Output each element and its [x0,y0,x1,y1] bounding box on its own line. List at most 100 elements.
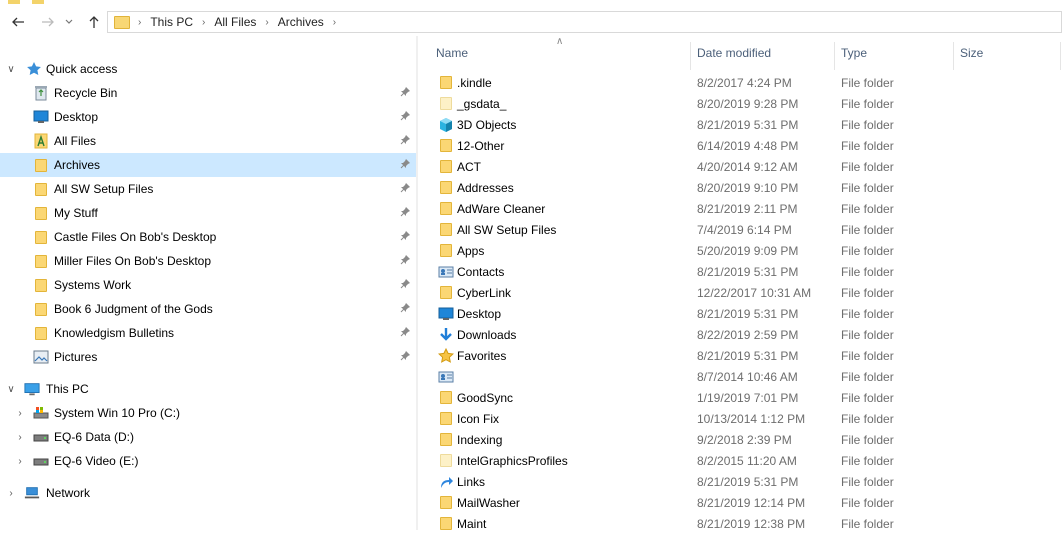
column-divider[interactable] [1060,42,1061,70]
chevron-down-icon[interactable]: ∨ [5,64,17,75]
breadcrumb-this-pc[interactable]: This PC [150,15,193,29]
file-row[interactable]: Desktop 8/21/2019 5:31 PM File folder [418,303,1062,324]
pin-icon[interactable] [400,278,411,292]
folder-icon [438,495,454,511]
nav-quick-item[interactable]: All SW Setup Files [0,177,416,201]
column-header-name[interactable]: Name [436,46,468,60]
file-date-modified: 8/2/2015 11:20 AM [697,453,797,468]
file-row[interactable]: Links 8/21/2019 5:31 PM File folder [418,471,1062,492]
file-row[interactable]: Icon Fix 10/13/2014 1:12 PM File folder [418,408,1062,429]
3d-objects-icon [438,117,454,133]
pin-icon[interactable] [400,110,411,124]
file-row[interactable]: .kindle 8/2/2017 4:24 PM File folder [418,72,1062,93]
file-name: Desktop [457,306,502,321]
file-date-modified: 9/2/2018 2:39 PM [697,432,792,447]
nav-quick-item[interactable]: Knowledgism Bulletins [0,321,416,345]
file-type: File folder [841,243,894,258]
pin-icon[interactable] [400,302,411,316]
pin-icon[interactable] [400,134,411,148]
recent-locations-button[interactable] [62,12,76,32]
file-row[interactable]: _gsdata_ 8/20/2019 9:28 PM File folder [418,93,1062,114]
pin-icon[interactable] [400,230,411,244]
forward-button[interactable] [38,12,58,32]
file-row[interactable]: Apps 5/20/2019 9:09 PM File folder [418,240,1062,261]
pin-icon[interactable] [400,206,411,220]
nav-quick-item[interactable]: Systems Work [0,273,416,297]
forward-arrow-icon [42,17,54,27]
file-row[interactable]: Maint 8/21/2019 12:38 PM File folder [418,513,1062,534]
file-row[interactable]: 8/7/2014 10:46 AM File folder [418,366,1062,387]
nav-drive-item[interactable]: › EQ-6 Video (E:) [0,449,416,473]
pin-icon[interactable] [400,350,411,364]
chevron-right-icon[interactable]: › [5,488,17,499]
nav-quick-item[interactable]: Pictures [0,345,416,369]
column-divider[interactable] [953,42,954,70]
quick-toolbar-folder-icon[interactable] [8,0,20,4]
column-divider[interactable] [834,42,835,70]
column-header-size[interactable]: Size [960,46,983,60]
nav-quick-item[interactable]: All Files [0,129,416,153]
file-row[interactable]: All SW Setup Files 7/4/2019 6:14 PM File f… [418,219,1062,240]
file-row[interactable]: IntelGraphicsProfiles 8/2/2015 11:20 AM Fi… [418,450,1062,471]
address-bar[interactable]: › This PC › All Files › Archives › [107,11,1062,33]
nav-drive-item[interactable]: › EQ-6 Data (D:) [0,425,416,449]
file-name: 12-Other [457,138,505,153]
nav-label: This PC [46,382,89,396]
file-row[interactable]: 12-Other 6/14/2019 4:48 PM File folder [418,135,1062,156]
chevron-down-icon[interactable]: ∨ [5,384,17,395]
file-row[interactable]: MailWasher 8/21/2019 12:14 PM File folder [418,492,1062,513]
column-divider[interactable] [690,42,691,70]
back-button[interactable] [8,12,28,32]
nav-drive-item[interactable]: › System Win 10 Pro (C:) [0,401,416,425]
file-row[interactable]: ACT 4/20/2014 9:12 AM File folder [418,156,1062,177]
breadcrumb-archives[interactable]: Archives [278,15,324,29]
nav-quick-item[interactable]: Desktop [0,105,416,129]
file-row[interactable]: Favorites 8/21/2019 5:31 PM File folder [418,345,1062,366]
file-type: File folder [841,453,894,468]
breadcrumb-separator-icon[interactable]: › [138,17,141,28]
file-row[interactable]: Contacts 8/21/2019 5:31 PM File folder [418,261,1062,282]
chevron-right-icon[interactable]: › [14,432,26,443]
folder-icon [33,229,49,245]
file-date-modified: 10/13/2014 1:12 PM [697,411,806,426]
quick-toolbar-new-folder-icon[interactable] [32,0,44,4]
file-row[interactable]: AdWare Cleaner 8/21/2019 2:11 PM File fold… [418,198,1062,219]
pale-folder-icon [438,96,454,112]
nav-quick-item[interactable]: My Stuff [0,201,416,225]
nav-quick-item[interactable]: Archives [0,153,416,177]
file-row[interactable]: GoodSync 1/19/2019 7:01 PM File folder [418,387,1062,408]
column-header-type[interactable]: Type [841,46,867,60]
folder-icon [438,138,454,154]
breadcrumb-separator-icon[interactable]: › [265,17,268,28]
nav-quick-item[interactable]: Castle Files On Bob's Desktop [0,225,416,249]
column-header-date-modified[interactable]: Date modified [697,46,771,60]
file-row[interactable]: 3D Objects 8/21/2019 5:31 PM File folder [418,114,1062,135]
nav-quick-item[interactable]: Book 6 Judgment of the Gods [0,297,416,321]
nav-quick-access[interactable]: ∨ Quick access [0,57,416,81]
file-row[interactable]: CyberLink 12/22/2017 10:31 AM File folder [418,282,1062,303]
file-row[interactable]: Downloads 8/22/2019 2:59 PM File folder [418,324,1062,345]
breadcrumb-separator-icon[interactable]: › [333,17,336,28]
nav-this-pc[interactable]: ∨ This PC [0,377,416,401]
nav-quick-item[interactable]: Recycle Bin [0,81,416,105]
file-type: File folder [841,369,894,384]
up-button[interactable] [84,12,104,32]
file-date-modified: 5/20/2019 9:09 PM [697,243,799,258]
pin-icon[interactable] [400,182,411,196]
file-row[interactable]: Indexing 9/2/2018 2:39 PM File folder [418,429,1062,450]
pin-icon[interactable] [400,86,411,100]
pin-icon[interactable] [400,254,411,268]
file-row[interactable]: Addresses 8/20/2019 9:10 PM File folder [418,177,1062,198]
breadcrumb-all-files[interactable]: All Files [214,15,256,29]
chevron-right-icon[interactable]: › [14,408,26,419]
nav-network[interactable]: › Network [0,481,416,505]
chevron-right-icon[interactable]: › [14,456,26,467]
contacts-icon [438,264,454,280]
nav-label: Pictures [54,350,98,364]
pin-icon[interactable] [400,158,411,172]
breadcrumb-separator-icon[interactable]: › [202,17,205,28]
links-icon [438,474,454,490]
file-name: ACT [457,159,481,174]
pin-icon[interactable] [400,326,411,340]
nav-quick-item[interactable]: Miller Files On Bob's Desktop [0,249,416,273]
